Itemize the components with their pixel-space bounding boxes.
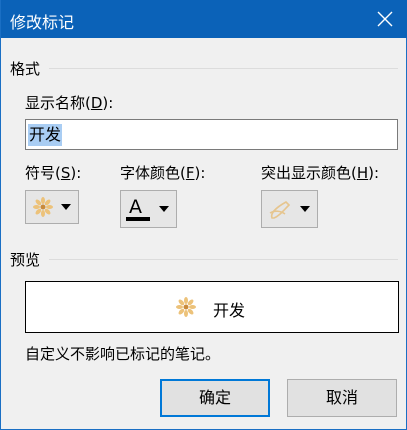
close-button[interactable] [362, 0, 407, 38]
cancel-button[interactable]: 取消 [287, 379, 397, 417]
chevron-down-icon [61, 204, 71, 210]
display-name-label: 显示名称(D): [25, 94, 114, 112]
font-color-dropdown[interactable]: A [120, 190, 177, 228]
symbol-dropdown[interactable] [25, 190, 79, 224]
display-name-value: 开发 [28, 124, 63, 146]
ok-button[interactable]: 确定 [160, 379, 270, 417]
display-name-input[interactable]: 开发 [25, 119, 398, 150]
format-section-title: 格式 [10, 60, 41, 78]
title-bar: 修改标记 [1, 0, 407, 38]
svg-text:A: A [129, 196, 142, 218]
preview-divider [49, 259, 398, 260]
preview-section-title: 预览 [10, 251, 41, 269]
chevron-down-icon [300, 206, 310, 212]
window-title: 修改标记 [10, 13, 75, 32]
highlight-color-dropdown[interactable] [261, 190, 318, 228]
highlighter-icon [269, 201, 291, 219]
note-text: 自定义不影响已标记的笔记。 [25, 345, 221, 363]
modify-tag-dialog: 修改标记 格式 显示名称(D): 开发 符号(S): 字体颜色(F): 突出显示… [0, 0, 407, 430]
font-color-label: 字体颜色(F): [120, 164, 206, 182]
font-color-icon: A [126, 196, 150, 221]
preview-text: 开发 [213, 301, 246, 320]
sun-flower-icon [176, 297, 196, 317]
symbol-label: 符号(S): [25, 164, 82, 182]
highlight-color-label: 突出显示颜色(H): [261, 164, 380, 182]
chevron-down-icon [159, 206, 169, 212]
tag-preview: 开发 [25, 281, 399, 333]
sun-flower-icon [33, 197, 53, 217]
close-icon [377, 11, 393, 27]
format-divider [49, 68, 398, 69]
